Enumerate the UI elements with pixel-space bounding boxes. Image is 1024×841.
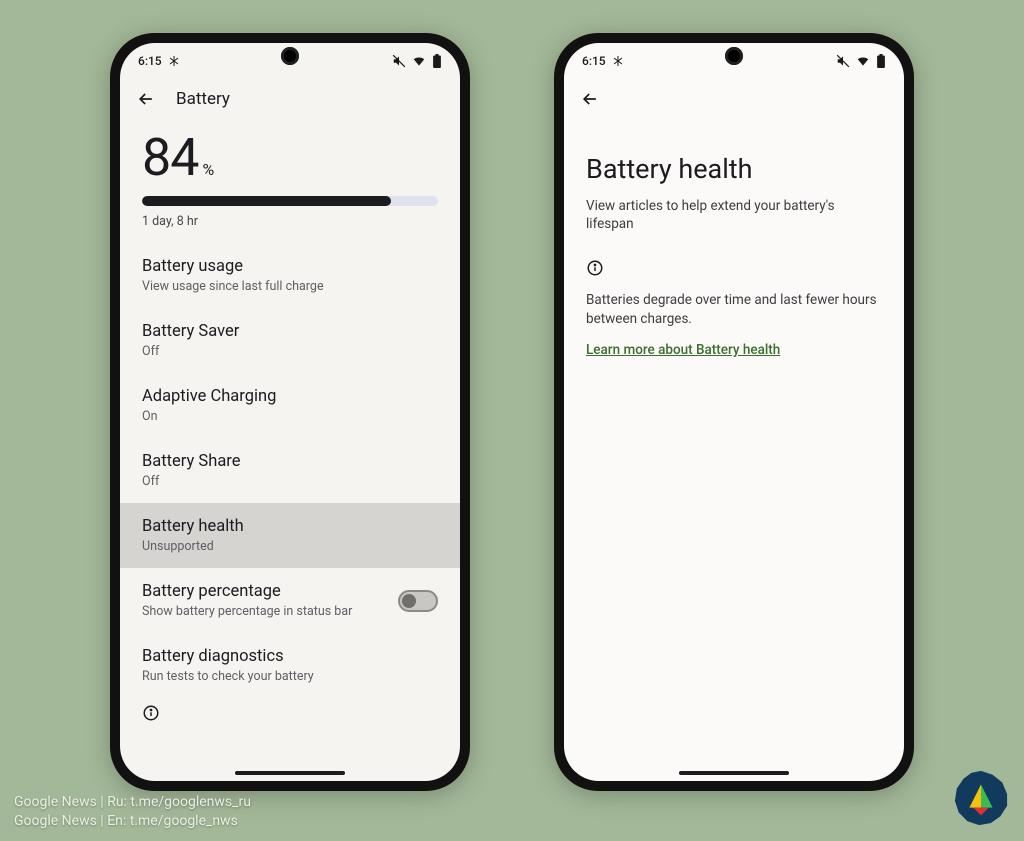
back-button[interactable] bbox=[134, 87, 158, 111]
app-bar: Battery bbox=[120, 79, 460, 121]
watermark-line2: Google News | En: t.me/google_nws bbox=[14, 812, 251, 831]
info-icon[interactable] bbox=[142, 707, 160, 726]
wifi-icon bbox=[856, 54, 870, 68]
phone-frame-left: 6:15 Battery bbox=[110, 33, 470, 791]
watermark: Google News | Ru: t.me/googlenws_ru Goog… bbox=[14, 793, 251, 831]
item-sub: Run tests to check your battery bbox=[142, 669, 438, 684]
toggle-battery-percentage[interactable] bbox=[398, 590, 438, 612]
snowflake-icon bbox=[612, 55, 624, 67]
battery-estimate: 1 day, 8 hr bbox=[142, 214, 438, 229]
item-title: Battery Share bbox=[142, 452, 438, 471]
item-title: Battery health bbox=[142, 517, 438, 536]
item-battery-share[interactable]: Battery Share Off bbox=[120, 438, 460, 503]
item-battery-diagnostics[interactable]: Battery diagnostics Run tests to check y… bbox=[120, 633, 460, 698]
item-sub: Unsupported bbox=[142, 539, 438, 554]
phone-frame-right: 6:15 Battery health bbox=[554, 33, 914, 791]
camera-punchhole bbox=[725, 47, 743, 65]
battery-icon bbox=[432, 54, 442, 68]
battery-icon bbox=[876, 54, 886, 68]
settings-list: Battery usage View usage since last full… bbox=[120, 243, 460, 781]
item-sub: Off bbox=[142, 474, 438, 489]
mute-icon bbox=[392, 54, 406, 68]
battery-hero: 84 % 1 day, 8 hr bbox=[120, 121, 460, 243]
item-title: Adaptive Charging bbox=[142, 387, 438, 406]
mute-icon bbox=[836, 54, 850, 68]
item-sub: Show battery percentage in status bar bbox=[142, 604, 388, 619]
item-title: Battery usage bbox=[142, 257, 438, 276]
wifi-icon bbox=[412, 54, 426, 68]
battery-percent-value: 84 bbox=[142, 127, 198, 188]
app-bar bbox=[564, 79, 904, 121]
back-button[interactable] bbox=[578, 87, 602, 111]
battery-percent-symbol: % bbox=[202, 160, 214, 185]
gesture-pill[interactable] bbox=[235, 771, 345, 775]
status-time: 6:15 bbox=[582, 54, 606, 68]
item-battery-saver[interactable]: Battery Saver Off bbox=[120, 308, 460, 373]
page-subtitle: View articles to help extend your batter… bbox=[564, 193, 904, 259]
logo-badge bbox=[952, 769, 1010, 827]
screen-battery-health: 6:15 Battery health bbox=[564, 43, 904, 781]
footer-info-row bbox=[120, 698, 460, 734]
item-adaptive-charging[interactable]: Adaptive Charging On bbox=[120, 373, 460, 438]
page-title: Battery health bbox=[564, 121, 904, 193]
battery-progress-track bbox=[142, 196, 438, 206]
status-time: 6:15 bbox=[138, 54, 162, 68]
info-block: Batteries degrade over time and last few… bbox=[564, 259, 904, 357]
item-battery-percentage[interactable]: Battery percentage Show battery percenta… bbox=[120, 568, 460, 633]
info-icon bbox=[586, 262, 604, 281]
gesture-pill[interactable] bbox=[679, 771, 789, 775]
page-title: Battery bbox=[176, 89, 230, 109]
item-sub: View usage since last full charge bbox=[142, 279, 438, 294]
watermark-line1: Google News | Ru: t.me/googlenws_ru bbox=[14, 793, 251, 812]
learn-more-link[interactable]: Learn more about Battery health bbox=[586, 342, 780, 358]
item-title: Battery percentage bbox=[142, 582, 388, 601]
item-battery-health[interactable]: Battery health Unsupported bbox=[120, 503, 460, 568]
item-battery-usage[interactable]: Battery usage View usage since last full… bbox=[120, 243, 460, 308]
snowflake-icon bbox=[168, 55, 180, 67]
battery-progress-fill bbox=[142, 196, 391, 206]
info-text: Batteries degrade over time and last few… bbox=[586, 291, 882, 327]
item-title: Battery Saver bbox=[142, 322, 438, 341]
screen-battery-settings: 6:15 Battery bbox=[120, 43, 460, 781]
item-title: Battery diagnostics bbox=[142, 647, 438, 666]
item-sub: On bbox=[142, 409, 438, 424]
item-sub: Off bbox=[142, 344, 438, 359]
camera-punchhole bbox=[281, 47, 299, 65]
